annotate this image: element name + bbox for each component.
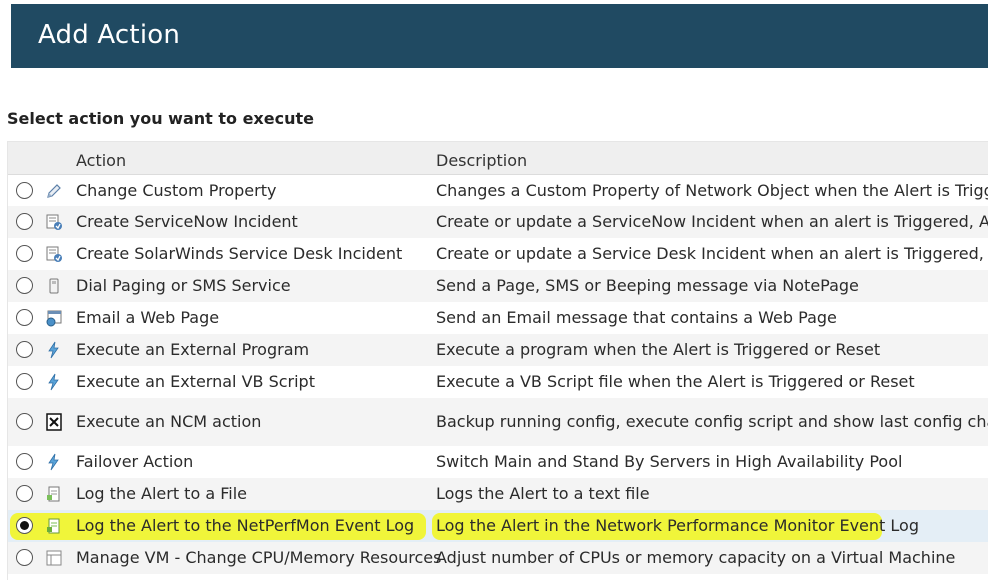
action-row[interactable]: Execute an External VB Script Execute a V… <box>8 366 988 398</box>
action-description: Create or update a ServiceNow Incident w… <box>436 212 988 231</box>
action-description: Execute a program when the Alert is Trig… <box>436 340 881 359</box>
dialog-header: Add Action <box>11 4 988 68</box>
column-header-description[interactable]: Description <box>436 151 527 170</box>
action-radio[interactable] <box>16 413 33 430</box>
action-description: Logs the Alert to a text file <box>436 484 650 503</box>
action-name: Failover Action <box>76 452 194 471</box>
action-radio[interactable] <box>16 373 33 390</box>
action-description: Send an Email message that contains a We… <box>436 308 837 327</box>
ncm-icon <box>45 413 63 431</box>
action-name: Dial Paging or SMS Service <box>76 276 291 295</box>
action-row[interactable]: Dial Paging or SMS Service Send a Page, S… <box>8 270 988 302</box>
action-radio[interactable] <box>16 453 33 470</box>
column-header-action[interactable]: Action <box>76 151 126 170</box>
action-row[interactable]: Email a Web Page Send an Email message th… <box>8 302 988 334</box>
action-description: Send a Page, SMS or Beeping message via … <box>436 276 859 295</box>
grid-header: Action Description <box>8 142 988 175</box>
action-radio[interactable] <box>16 277 33 294</box>
action-row[interactable]: Create SolarWinds Service Desk Incident C… <box>8 238 988 270</box>
event-log-icon <box>45 517 63 535</box>
action-radio[interactable] <box>16 309 33 326</box>
action-radio[interactable] <box>16 549 33 566</box>
action-name: Execute an NCM action <box>76 412 262 431</box>
action-name: Execute an External Program <box>76 340 310 359</box>
action-name: Manage VM - Change CPU/Memory Resources <box>76 548 442 567</box>
log-file-icon <box>45 485 63 503</box>
action-row[interactable]: Failover Action Switch Main and Stand By … <box>8 446 988 478</box>
incident-icon <box>45 245 63 263</box>
action-radio[interactable] <box>16 341 33 358</box>
action-name: Email a Web Page <box>76 308 220 327</box>
action-row[interactable]: Log the Alert to a File Logs the Alert to… <box>8 478 988 510</box>
action-name: Log the Alert to the NetPerfMon Event Lo… <box>76 516 415 535</box>
action-description: Execute a VB Script file when the Alert … <box>436 372 915 391</box>
action-radio[interactable] <box>16 181 33 199</box>
action-radio[interactable] <box>16 213 33 230</box>
action-description: Create or update a Service Desk Incident… <box>436 244 988 263</box>
incident-icon <box>45 213 63 231</box>
web-page-icon <box>45 309 63 327</box>
action-grid: Action Description Change Custom Propert… <box>7 141 988 580</box>
action-name: Change Custom Property <box>76 180 277 200</box>
vm-icon <box>45 549 63 567</box>
action-row[interactable]: Create ServiceNow Incident Create or upda… <box>8 206 988 238</box>
action-description: Backup running config, execute config sc… <box>436 412 988 431</box>
lightning-icon <box>45 341 63 359</box>
action-description: Switch Main and Stand By Servers in High… <box>436 452 903 471</box>
action-description: Log the Alert in the Network Performance… <box>436 516 919 535</box>
action-row[interactable]: Manage VM - Change CPU/Memory Resources A… <box>8 542 988 574</box>
dialog-title: Add Action <box>38 20 181 50</box>
action-row[interactable]: Log the Alert to the NetPerfMon Event Lo… <box>8 510 988 542</box>
action-row[interactable]: Execute an NCM action Backup running conf… <box>8 398 988 446</box>
action-description: Changes a Custom Property of Network Obj… <box>436 180 988 200</box>
action-name: Create ServiceNow Incident <box>76 212 298 231</box>
action-radio[interactable] <box>16 485 33 502</box>
action-name: Log the Alert to a File <box>76 484 247 503</box>
action-radio[interactable] <box>16 517 33 534</box>
action-radio[interactable] <box>16 245 33 262</box>
action-row[interactable]: Execute an External Program Execute a pro… <box>8 334 988 366</box>
lightning-icon <box>45 373 63 391</box>
action-name: Execute an External VB Script <box>76 372 315 391</box>
pager-icon <box>45 277 63 295</box>
action-row[interactable]: Change Custom Property Changes a Custom P… <box>8 175 988 206</box>
lightning-icon <box>45 453 63 471</box>
action-description: Adjust number of CPUs or memory capacity… <box>436 548 956 567</box>
section-title: Select action you want to execute <box>7 109 314 128</box>
pencil-icon <box>45 182 63 200</box>
action-name: Create SolarWinds Service Desk Incident <box>76 244 403 263</box>
